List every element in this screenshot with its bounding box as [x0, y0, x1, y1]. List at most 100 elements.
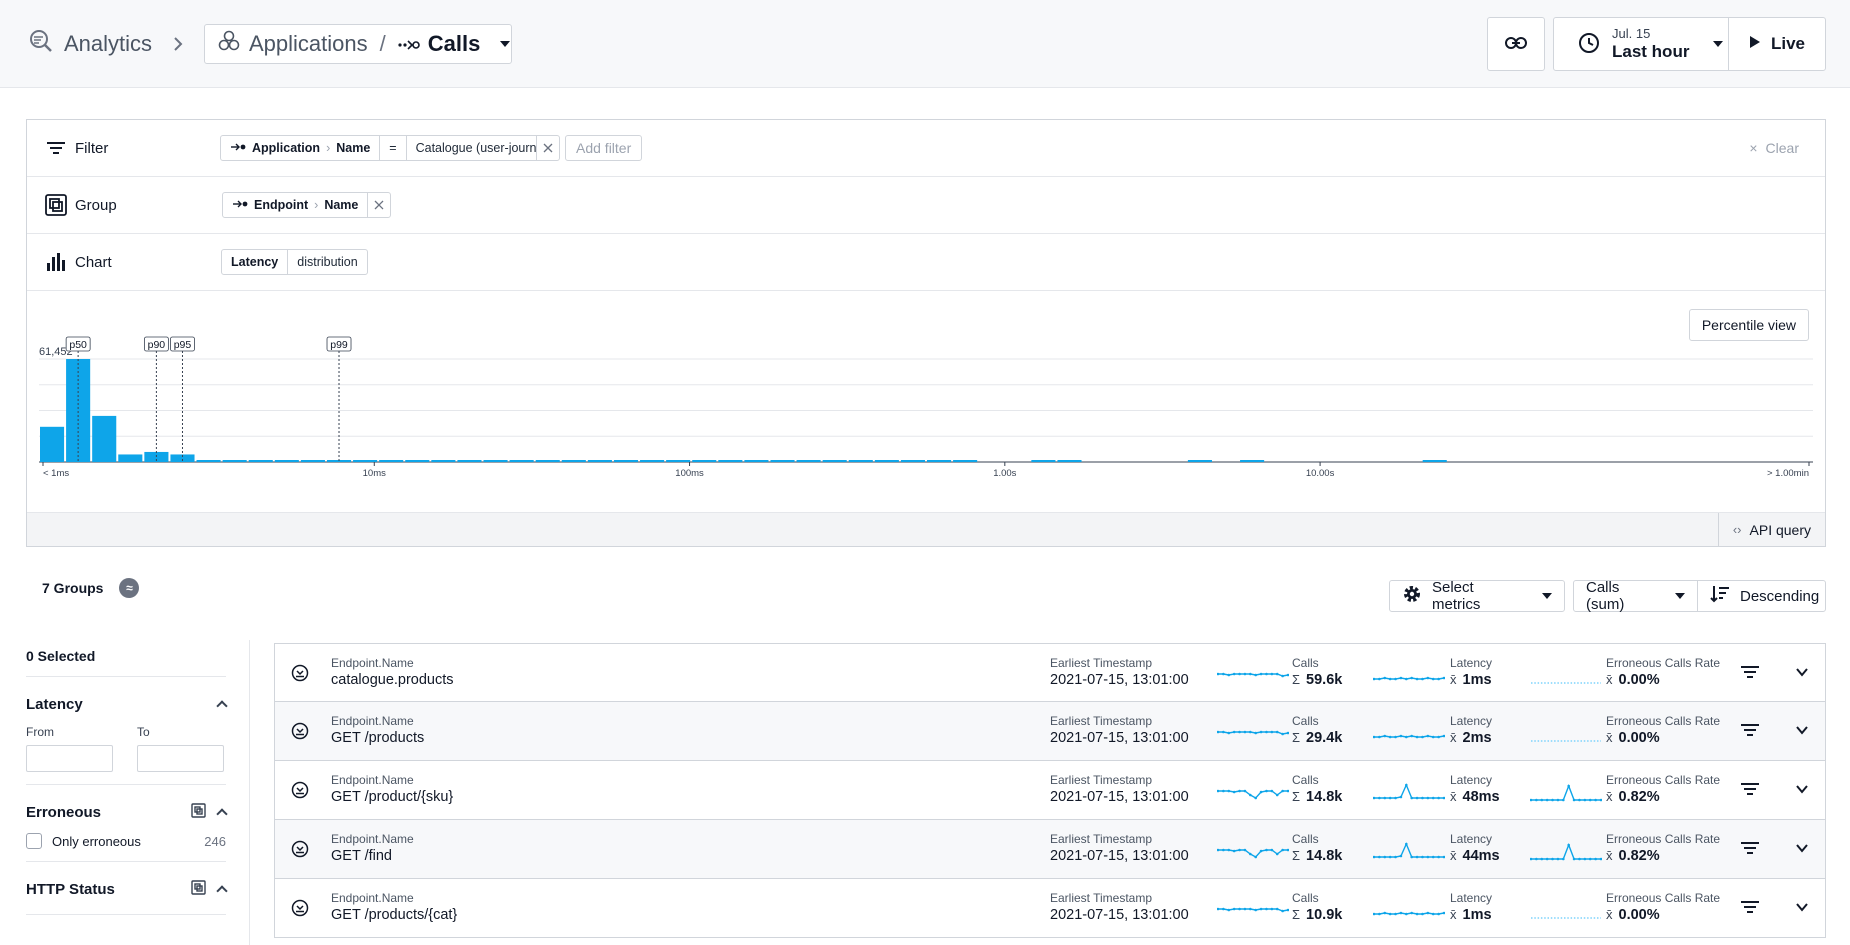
chevron-up-icon[interactable]	[216, 700, 228, 712]
histogram-bar	[379, 460, 404, 462]
histogram-bar	[405, 460, 430, 462]
timestamp-value: 2021-07-15, 13:01:00	[1050, 907, 1189, 923]
table-row[interactable]: Endpoint.Name GET /find Earliest Timesta…	[274, 820, 1826, 879]
calls-sparkline	[1217, 848, 1289, 859]
sort-order-button[interactable]: Descending	[1697, 580, 1826, 612]
remove-group-button[interactable]	[368, 193, 390, 217]
endpoint-name: GET /find	[331, 848, 392, 864]
live-label: Live	[1770, 34, 1806, 53]
histogram-bar	[1187, 460, 1212, 462]
api-query-bar: ‹› API query	[27, 512, 1825, 546]
live-button[interactable]: Live	[1728, 17, 1826, 71]
endpoint-name-cell[interactable]: Endpoint.Name GET /products/{cat}	[331, 891, 457, 923]
error-rate-value: 0.00%	[1618, 730, 1660, 746]
error-rate-label: Erroneous Calls Rate	[1606, 891, 1721, 905]
table-row[interactable]: Endpoint.Name GET /product/{sku} Earlies…	[274, 761, 1826, 820]
histogram-bar	[274, 460, 299, 462]
code-icon: ‹›	[1732, 522, 1742, 537]
chevron-down-icon[interactable]	[1794, 722, 1810, 738]
entity-type-dropdown[interactable]: Applications / Calls	[204, 24, 512, 64]
timestamp-label: Earliest Timestamp	[1050, 773, 1153, 787]
endpoint-name-cell[interactable]: Endpoint.Name catalogue.products	[331, 656, 454, 688]
chevron-up-icon[interactable]	[216, 885, 228, 897]
chevron-down-icon[interactable]	[1794, 899, 1810, 915]
filter-icon[interactable]	[1741, 841, 1759, 857]
chevron-up-icon[interactable]	[216, 808, 228, 820]
error-rate-sparkline	[1531, 682, 1601, 684]
erroneous-facet-header[interactable]: Erroneous	[26, 799, 228, 825]
histogram-bar	[535, 460, 560, 462]
error-rate-value: 0.82%	[1618, 848, 1660, 864]
histogram-bar	[1240, 460, 1265, 462]
group-by-icon[interactable]	[191, 879, 206, 899]
histogram-bar	[66, 359, 91, 462]
only-erroneous-checkbox[interactable]	[26, 833, 42, 849]
table-row[interactable]: Endpoint.Name GET /products Earliest Tim…	[274, 702, 1826, 761]
calls-sparkline	[1217, 730, 1289, 736]
only-erroneous-label: Only erroneous	[52, 833, 141, 849]
latency-cell: Latency x̄ 48ms	[1450, 773, 1500, 805]
histogram-bar	[196, 460, 221, 462]
filter-value[interactable]: Catalogue (user-journ	[407, 136, 537, 160]
filter-icon[interactable]	[1741, 665, 1759, 681]
select-metrics-button[interactable]: Select metrics	[1389, 579, 1565, 613]
filter-operator[interactable]: =	[380, 136, 407, 160]
table-row[interactable]: Endpoint.Name catalogue.products Earlies…	[274, 643, 1826, 702]
play-icon	[1749, 34, 1761, 54]
analytics-icon	[28, 28, 54, 60]
clear-button[interactable]: × Clear	[1749, 140, 1799, 156]
to-label: To	[137, 725, 150, 739]
filter-icon[interactable]	[1741, 900, 1759, 916]
error-rate-label: Erroneous Calls Rate	[1606, 714, 1721, 728]
chevron-down-icon[interactable]	[1794, 664, 1810, 680]
time-range-picker[interactable]: Jul. 15 Last hour	[1553, 17, 1729, 71]
group-chip-entity: Endpoint › Name	[223, 193, 369, 217]
latency-facet-header[interactable]: Latency	[26, 691, 228, 717]
filter-chip[interactable]: Application › Name = Catalogue (user-jou…	[220, 135, 560, 161]
chart-type-chip[interactable]: Latency distribution	[221, 249, 368, 275]
endpoint-name-cell[interactable]: Endpoint.Name GET /products	[331, 714, 424, 746]
breadcrumb-analytics[interactable]: Analytics	[28, 24, 152, 64]
latency-to-input[interactable]	[137, 745, 224, 772]
facet-sidebar: 0 Selected Latency From To Erroneous Onl…	[26, 640, 228, 915]
only-erroneous-option[interactable]: Only erroneous 246	[26, 833, 226, 849]
approximate-badge[interactable]: ≈	[119, 578, 140, 598]
endpoint-name-cell[interactable]: Endpoint.Name GET /product/{sku}	[331, 773, 453, 805]
group-label: Group	[75, 196, 117, 214]
latency-from-input[interactable]	[26, 745, 113, 772]
sum-symbol: Σ	[1292, 672, 1301, 687]
chart-metric[interactable]: Latency	[222, 250, 289, 274]
error-rate-value: 0.00%	[1618, 907, 1660, 923]
chart-label: Chart	[75, 253, 112, 271]
calls-label: Calls	[1292, 773, 1319, 787]
histogram-bar	[222, 460, 247, 462]
histogram-bar	[874, 460, 899, 462]
remove-filter-button[interactable]	[537, 136, 559, 160]
error-rate-cell: Erroneous Calls Rate x̄ 0.00%	[1606, 891, 1720, 923]
endpoint-name-cell[interactable]: Endpoint.Name GET /find	[331, 832, 414, 864]
latency-cell: Latency x̄ 2ms	[1450, 714, 1492, 746]
filter-icon[interactable]	[1741, 782, 1759, 798]
chart-mode[interactable]: distribution	[288, 250, 366, 274]
group-icon	[45, 194, 67, 216]
calls-value: 14.8k	[1306, 848, 1343, 864]
calls-sparkline	[1217, 907, 1289, 913]
add-filter-button[interactable]: Add filter	[565, 135, 643, 161]
top-header: Analytics Applications / Calls Jul. 15 L…	[0, 0, 1850, 88]
group-chip[interactable]: Endpoint › Name	[222, 192, 392, 218]
api-query-button[interactable]: ‹› API query	[1717, 513, 1825, 546]
filter-icon[interactable]	[1741, 723, 1759, 739]
copy-link-button[interactable]	[1487, 17, 1545, 71]
chevron-down-icon[interactable]	[1794, 840, 1810, 856]
calls-sparkline	[1217, 672, 1289, 678]
chevron-down-icon[interactable]	[1794, 781, 1810, 797]
http-status-facet-header[interactable]: HTTP Status	[26, 876, 228, 902]
histogram-bar	[509, 460, 534, 462]
table-row[interactable]: Endpoint.Name GET /products/{cat} Earlie…	[274, 879, 1826, 938]
group-by-icon[interactable]	[191, 802, 206, 822]
sort-by-dropdown[interactable]: Calls (sum)	[1573, 579, 1698, 613]
calls-label: Calls	[1292, 714, 1319, 728]
groups-count: 7 Groups ≈	[42, 578, 140, 598]
latency-facet-title: Latency	[26, 695, 83, 713]
histogram-bar	[666, 460, 691, 462]
